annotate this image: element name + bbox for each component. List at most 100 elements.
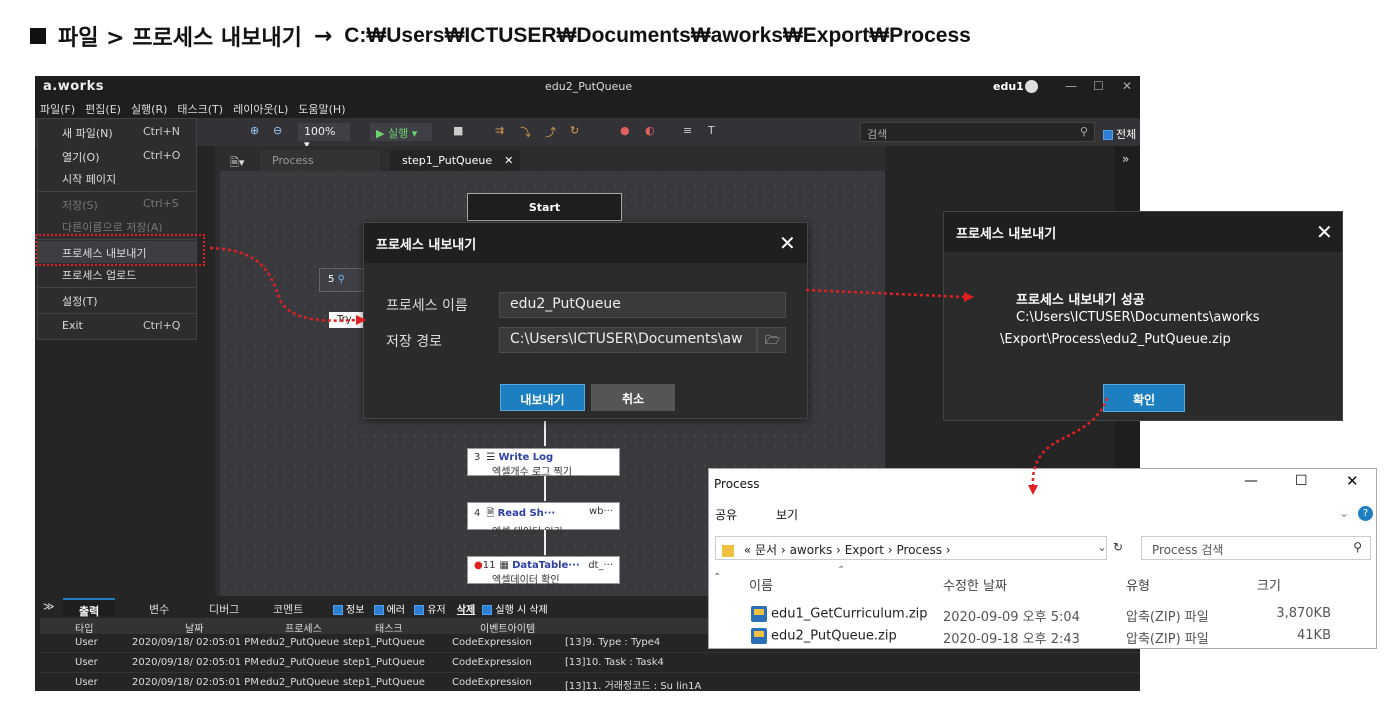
run-button[interactable]: ▶ 실행 ▾ (370, 123, 432, 141)
column-type[interactable]: 유형 (1126, 575, 1150, 594)
menu-item-start-page[interactable]: 시작 페이지 (38, 167, 196, 189)
delete-link[interactable]: 삭제 (457, 605, 475, 616)
sequence-number: 5 (328, 274, 335, 285)
process-name-label: 프로세스 이름 (386, 298, 468, 314)
try-label[interactable]: Try (329, 312, 367, 328)
tab-comment[interactable]: 코멘트 (257, 598, 319, 616)
checkbox-icon (333, 605, 343, 615)
text-icon[interactable]: T (708, 124, 715, 137)
close-icon[interactable]: ✕ (1122, 79, 1132, 93)
filter-user[interactable]: 유저 (414, 605, 446, 616)
tab-debug[interactable]: 디버그 (193, 598, 255, 616)
menu-item-upload-process[interactable]: 프로세스 업로드 (38, 263, 196, 285)
search-input[interactable]: Process 검색 ⚲ (1141, 536, 1371, 560)
collapse-icon[interactable]: ≫ (43, 600, 55, 613)
ribbon-share[interactable]: 공유 (715, 506, 737, 523)
tab-output[interactable]: 출력 (63, 598, 116, 618)
avatar[interactable] (1025, 80, 1038, 93)
menu-item-open[interactable]: 열기(O) Ctrl+O (38, 145, 196, 167)
address-documents[interactable]: 문서 (755, 543, 777, 557)
table-row[interactable]: User 2020/09/18/ 02:05:01 PM edu2_PutQue… (40, 674, 1140, 691)
file-row[interactable]: edu2_PutQueue.zip 2020-09-18 오후 2:43 압축(… (751, 628, 1331, 648)
ribbon-view[interactable]: 보기 (776, 506, 798, 523)
maximize-icon[interactable]: ☐ (1093, 79, 1104, 93)
step-into-icon[interactable]: ⤵ (520, 124, 531, 140)
minimize-icon[interactable]: — (1065, 79, 1077, 93)
folder-open-icon[interactable]: 🗁 (757, 327, 786, 353)
menu-item-label: 설정(T) (62, 295, 98, 308)
menu-item-label: 다른이름으로 저장(A) (62, 221, 163, 234)
save-path-field[interactable]: C:\Users\ICTUSER\Documents\aw (499, 327, 757, 353)
address-aworks[interactable]: aworks (790, 543, 833, 557)
close-icon[interactable]: ✕ (779, 231, 796, 255)
filter-error[interactable]: 에러 (373, 605, 405, 616)
close-icon[interactable]: ✕ (1346, 472, 1359, 490)
breakpoint-remove-icon[interactable]: ◐ (645, 124, 655, 137)
close-icon[interactable]: ✕ (1316, 220, 1333, 244)
zoom-select[interactable]: 100% ▾ (298, 123, 350, 151)
menu-help[interactable]: 도움말(H) (293, 98, 350, 118)
help-icon[interactable]: ? (1358, 506, 1373, 521)
address-overflow[interactable]: « (744, 543, 751, 557)
menu-separator (38, 191, 196, 192)
process-name-field[interactable]: edu2_PutQueue (499, 292, 786, 318)
flow-node-datatable[interactable]: ●11 ▦ DataTable··· dt_··· 엑셀데이터 확인 (467, 556, 620, 586)
menu-task[interactable]: 태스크(T) (172, 98, 228, 118)
tab-step1[interactable]: step1_PutQueue ✕ (390, 150, 520, 171)
zoom-in-icon[interactable]: ⊕ (250, 124, 259, 137)
menu-layout[interactable]: 레이아웃(L) (228, 98, 293, 118)
step-out-icon[interactable]: ⤴ (545, 124, 556, 140)
flow-node-write-log[interactable]: 3 ☰ Write Log 엑셀개수 로그 찍기 (467, 448, 620, 478)
menu-item-settings[interactable]: 설정(T) (38, 289, 196, 311)
refresh-icon[interactable]: ↻ (1113, 540, 1123, 554)
chevron-down-icon[interactable]: ⌄ (1339, 506, 1349, 520)
filter-info[interactable]: 정보 (333, 605, 364, 616)
search-input[interactable]: 검색 ⚲ (860, 122, 1095, 142)
file-type: 압축(ZIP) 파일 (1126, 610, 1209, 625)
align-icon[interactable]: ≡ (683, 124, 692, 137)
chevron-down-icon[interactable]: ⌄ (1097, 540, 1107, 554)
flow-node-read-sheet[interactable]: 4 🗎 Read Sh··· wb··· 엑셀 데이터 읽기 (467, 502, 620, 538)
menu-file[interactable]: 파일(F) (35, 98, 80, 118)
sequence-node[interactable]: 5 ⚲ (319, 268, 367, 292)
dialog-header: 프로세스 내보내기 (944, 212, 1342, 252)
menu-item-exit[interactable]: Exit Ctrl+Q (38, 315, 196, 337)
cancel-button[interactable]: 취소 (591, 384, 675, 411)
maximize-icon[interactable]: ☐ (1295, 473, 1308, 489)
all-checkbox[interactable]: 전체 (1103, 126, 1136, 142)
export-button[interactable]: 내보내기 (500, 384, 585, 411)
column-header: 태스크 (375, 624, 403, 635)
cell-task: step1_PutQueue (343, 657, 425, 668)
tab-close-icon[interactable]: ✕ (504, 154, 513, 167)
zip-file-icon (751, 606, 767, 622)
step-over-icon[interactable]: ⇉ (495, 124, 504, 137)
chevron-up-icon[interactable]: ⌃ (713, 572, 721, 583)
connector-line (544, 421, 546, 446)
start-node[interactable]: Start (467, 193, 622, 221)
menu-item-new-file[interactable]: 새 파일(N) Ctrl+N (38, 121, 196, 143)
address-process[interactable]: Process (896, 543, 942, 557)
address-export[interactable]: Export (845, 543, 884, 557)
minimize-icon[interactable]: — (1244, 473, 1258, 489)
collapse-icon[interactable]: » (1122, 152, 1129, 166)
column-size[interactable]: 크기 (1257, 575, 1281, 594)
restart-icon[interactable]: ↻ (570, 124, 579, 137)
menu-edit[interactable]: 편집(E) (80, 98, 126, 118)
table-row[interactable]: User 2020/09/18/ 02:05:01 PM edu2_PutQue… (40, 654, 1140, 673)
column-name[interactable]: 이름 (749, 575, 773, 594)
tab-process[interactable]: Process (260, 150, 380, 171)
new-file-icon[interactable]: 🗎▾ (220, 150, 256, 171)
zoom-out-icon[interactable]: ⊖ (273, 124, 282, 137)
cell-process: edu2_PutQueue (260, 637, 340, 648)
delete-on-run[interactable]: 실행 시 삭제 (482, 605, 548, 616)
file-row[interactable]: edu1_GetCurriculum.zip 2020-09-09 오후 5:0… (751, 606, 1331, 626)
breakpoint-add-icon[interactable]: ● (620, 124, 630, 137)
user-name[interactable]: edu1 (993, 80, 1024, 93)
menu-run[interactable]: 실행(R) (126, 98, 172, 118)
confirm-button[interactable]: 확인 (1103, 384, 1185, 412)
column-modified[interactable]: 수정한 날짜 (943, 575, 1007, 594)
tab-variables[interactable]: 변수 (133, 598, 185, 616)
stop-icon[interactable]: ■ (453, 124, 463, 137)
address-bar[interactable]: « 문서 › aworks › Export › Process › (715, 536, 1107, 560)
menu-item-save[interactable]: 저장(S) Ctrl+S (38, 193, 196, 215)
